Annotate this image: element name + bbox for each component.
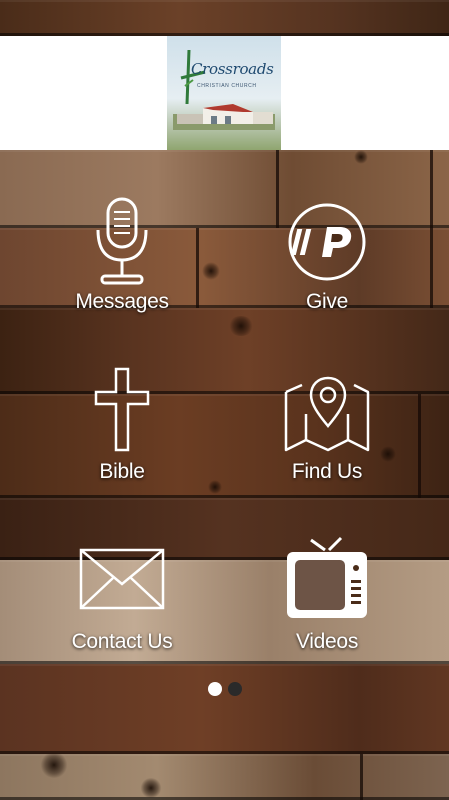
microphone-icon <box>96 197 148 285</box>
menu-item-bible[interactable]: Bible <box>22 362 222 512</box>
menu-item-label: Messages <box>75 290 169 313</box>
pushpay-p-icon <box>288 203 366 281</box>
menu-item-videos[interactable]: Videos <box>227 534 427 684</box>
envelope-icon <box>79 548 165 610</box>
church-building-icon <box>173 104 275 130</box>
header-bar: Crossroads CHRISTIAN CHURCH <box>0 36 449 150</box>
menu-item-label: Bible <box>99 460 145 483</box>
page-dot-active[interactable] <box>208 682 222 696</box>
church-logo: Crossroads CHRISTIAN CHURCH <box>167 36 281 150</box>
menu-item-label: Give <box>306 290 348 313</box>
logo-brand-text: Crossroads <box>191 60 274 78</box>
menu-item-find-us[interactable]: Find Us <box>227 362 427 512</box>
menu-item-label: Find Us <box>291 460 363 483</box>
menu-item-messages[interactable]: Messages <box>22 190 222 340</box>
menu-item-label: Contact Us <box>71 630 173 653</box>
menu-item-contact-us[interactable]: Contact Us <box>22 534 222 684</box>
tv-icon <box>287 536 367 618</box>
cross-logo-icon <box>180 49 206 105</box>
cross-icon <box>94 367 150 452</box>
logo-subtitle-text: CHRISTIAN CHURCH <box>197 83 257 89</box>
menu-item-label: Videos <box>295 630 359 653</box>
page-dot-inactive[interactable] <box>228 682 242 696</box>
map-pin-icon <box>284 376 370 452</box>
menu-item-give[interactable]: Give <box>227 190 427 340</box>
page-indicator <box>0 682 449 698</box>
